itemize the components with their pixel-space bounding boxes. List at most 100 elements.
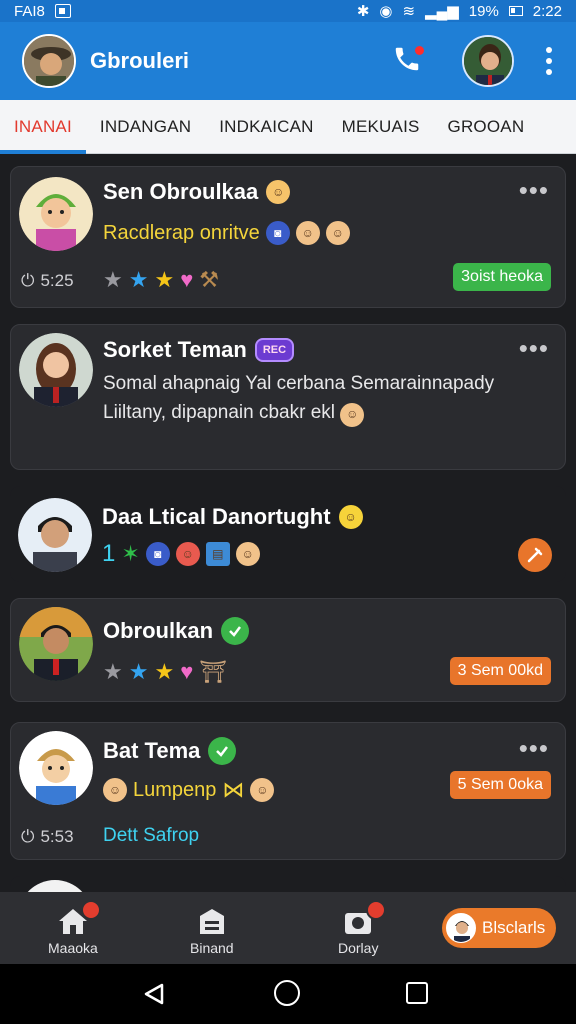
tab-mekuais[interactable]: MEKUAIS: [328, 100, 434, 154]
chat-item[interactable]: Obroulkan ★ ★ ★ ♥ ⛩ 3 Sem 00kd: [10, 598, 566, 702]
tab-indkaican[interactable]: INDKAICAN: [205, 100, 327, 154]
face-emoji-icon: ☺: [175, 542, 200, 566]
face-emoji-icon: ☺: [340, 402, 365, 427]
chat-item[interactable]: Daa Ltical Danortught ☺ 1 ✶ ◙ ☺ ▤ ☺: [10, 486, 566, 582]
face-emoji-icon: ☺: [103, 778, 127, 802]
status-bar: FAI8 ✱ ◉ ≋ ▂▄▆ 19% 2:22: [0, 0, 576, 22]
verified-icon: [221, 617, 250, 645]
battery-icon: [508, 6, 523, 16]
star-icon: ★: [128, 659, 149, 684]
signal-icon: ▂▄▆: [425, 3, 459, 20]
verified-icon: [208, 737, 237, 765]
more-options-icon[interactable]: •••: [519, 735, 549, 761]
chat-avatar: [18, 498, 92, 572]
chat-item[interactable]: Sen Obroulkaa ☺ ••• Racdlerap onritve ◙ …: [10, 166, 566, 308]
status-badge: 3 Sem 00kd: [449, 657, 551, 685]
unread-count: 1: [102, 540, 116, 567]
nav-label: Dorlay: [338, 940, 379, 956]
star-icon: ★: [103, 659, 123, 684]
chat-item[interactable]: Sorket Teman REC ••• Somal ahapnaig Yal …: [10, 324, 566, 470]
star-icon: ★: [103, 267, 123, 292]
reaction-icons: ★ ★ ★ ♥ ⚒: [103, 267, 219, 293]
chat-name: Daa Ltical Danortught: [102, 504, 331, 529]
chat-avatar: [18, 880, 92, 892]
wifi-icon: ≋: [402, 3, 416, 20]
chat-subtitle: Racdlerap onritve: [103, 221, 260, 244]
tab-inanai[interactable]: INANAI: [0, 100, 86, 154]
profile-avatar[interactable]: [462, 35, 514, 87]
face-emoji-icon: ☺: [250, 778, 275, 802]
power-icon: ⏻: [21, 271, 35, 290]
camera-emoji-icon: ◙: [145, 542, 170, 566]
reaction-icons: ★ ★ ★ ♥ ⛩: [103, 659, 227, 685]
tab-bar: INANAI INDANGAN INDKAICAN MEKUAIS GROOAN: [0, 100, 576, 154]
overflow-menu-icon[interactable]: [544, 47, 554, 75]
chat-name-row: Obroulkan: [103, 617, 250, 645]
chat-subtitle-row: Racdlerap onritve ◙ ☺ ☺: [103, 221, 350, 245]
app-screen: FAI8 ✱ ◉ ≋ ▂▄▆ 19% 2:22 Gbrouleri INANAI…: [0, 0, 576, 1024]
chat-item[interactable]: [10, 876, 566, 892]
camera-icon: [342, 900, 387, 936]
chat-avatar: [19, 607, 93, 681]
nav-item-dorlay[interactable]: Dorlay: [338, 900, 387, 956]
camera-emoji-icon: ◙: [265, 221, 290, 245]
notification-badge: [366, 900, 387, 920]
tab-grooan[interactable]: GROOAN: [434, 100, 539, 154]
heart-icon: ♥: [180, 267, 194, 292]
chat-time-label: 5:25: [40, 271, 74, 290]
chat-name: Obroulkan: [103, 618, 214, 643]
gate-icon: ⛩: [199, 659, 228, 684]
chat-name: Sen Obroulkaa: [103, 179, 259, 204]
nav-label: Binand: [190, 940, 234, 956]
power-icon: ⏻: [21, 827, 35, 846]
back-icon[interactable]: [142, 982, 166, 1006]
notification-icon: [54, 4, 71, 18]
nav-label: Maaoka: [48, 940, 98, 956]
carrier-label: FAI8: [14, 2, 45, 20]
chat-subtitle: Lumpenp: [133, 778, 217, 801]
chat-message: Somal ahapnaig Yal cerbana Semarainnapad…: [103, 369, 535, 427]
face-emoji-icon: ☺: [235, 542, 260, 566]
more-options-icon[interactable]: •••: [519, 177, 549, 203]
status-badge: 3oist heoka: [453, 263, 551, 291]
sparkle-icon: ✶: [121, 541, 140, 566]
chat-avatar: [19, 333, 93, 407]
chat-name-row: Sorket Teman REC: [103, 337, 295, 363]
reply-button[interactable]: [518, 538, 552, 572]
nav-item-maaoka[interactable]: Maaoka: [48, 900, 101, 956]
status-badge: 5 Sem 0oka: [449, 771, 551, 799]
home-icon: [57, 900, 101, 936]
tool-icon: ⚒: [199, 267, 219, 292]
app-avatar[interactable]: [22, 34, 76, 88]
chat-list: Sen Obroulkaa ☺ ••• Racdlerap onritve ◙ …: [0, 154, 576, 892]
notification-badge: [80, 900, 101, 920]
recording-badge: REC: [254, 338, 295, 362]
tab-indangan[interactable]: INDANGAN: [86, 100, 205, 154]
chat-message-text: Somal ahapnaig Yal cerbana Semarainnapad…: [103, 373, 495, 423]
cta-avatar: [446, 913, 476, 943]
document-icon: ▤: [205, 542, 230, 566]
reaction-icons: 1 ✶ ◙ ☺ ▤ ☺: [102, 540, 260, 568]
chat-name-row: Sen Obroulkaa ☺: [103, 179, 291, 205]
home-button-icon[interactable]: [274, 980, 300, 1006]
cta-label: Blsclarls: [482, 918, 546, 937]
app-bar: Gbrouleri: [0, 22, 576, 100]
more-options-icon[interactable]: •••: [519, 335, 549, 361]
battery-level: 19%: [468, 2, 499, 20]
system-nav-bar: [0, 964, 576, 1024]
chat-avatar: [19, 177, 93, 251]
recent-apps-icon[interactable]: [406, 982, 428, 1004]
bottom-nav: Maaoka Binand Dorlay Blsclarls: [0, 892, 576, 964]
call-button[interactable]: [392, 44, 426, 78]
chat-time: ⏻ 5:25: [21, 271, 74, 291]
chat-time: ⏻ 5:53: [21, 827, 74, 847]
heart-icon: ♥: [180, 659, 194, 684]
emoji-icon: ☺: [266, 180, 291, 204]
edit-icon: [527, 547, 543, 563]
star-icon: ★: [154, 267, 175, 292]
chat-name-row: Daa Ltical Danortught ☺: [102, 504, 363, 530]
face-emoji-icon: ☺: [295, 221, 320, 245]
nav-item-binand[interactable]: Binand: [190, 906, 234, 956]
chat-item[interactable]: Bat Tema ••• ☺ Lumpenp ⋈ ☺ 5 Sem 0oka ⏻ …: [10, 722, 566, 860]
primary-action-button[interactable]: Blsclarls: [442, 908, 556, 948]
